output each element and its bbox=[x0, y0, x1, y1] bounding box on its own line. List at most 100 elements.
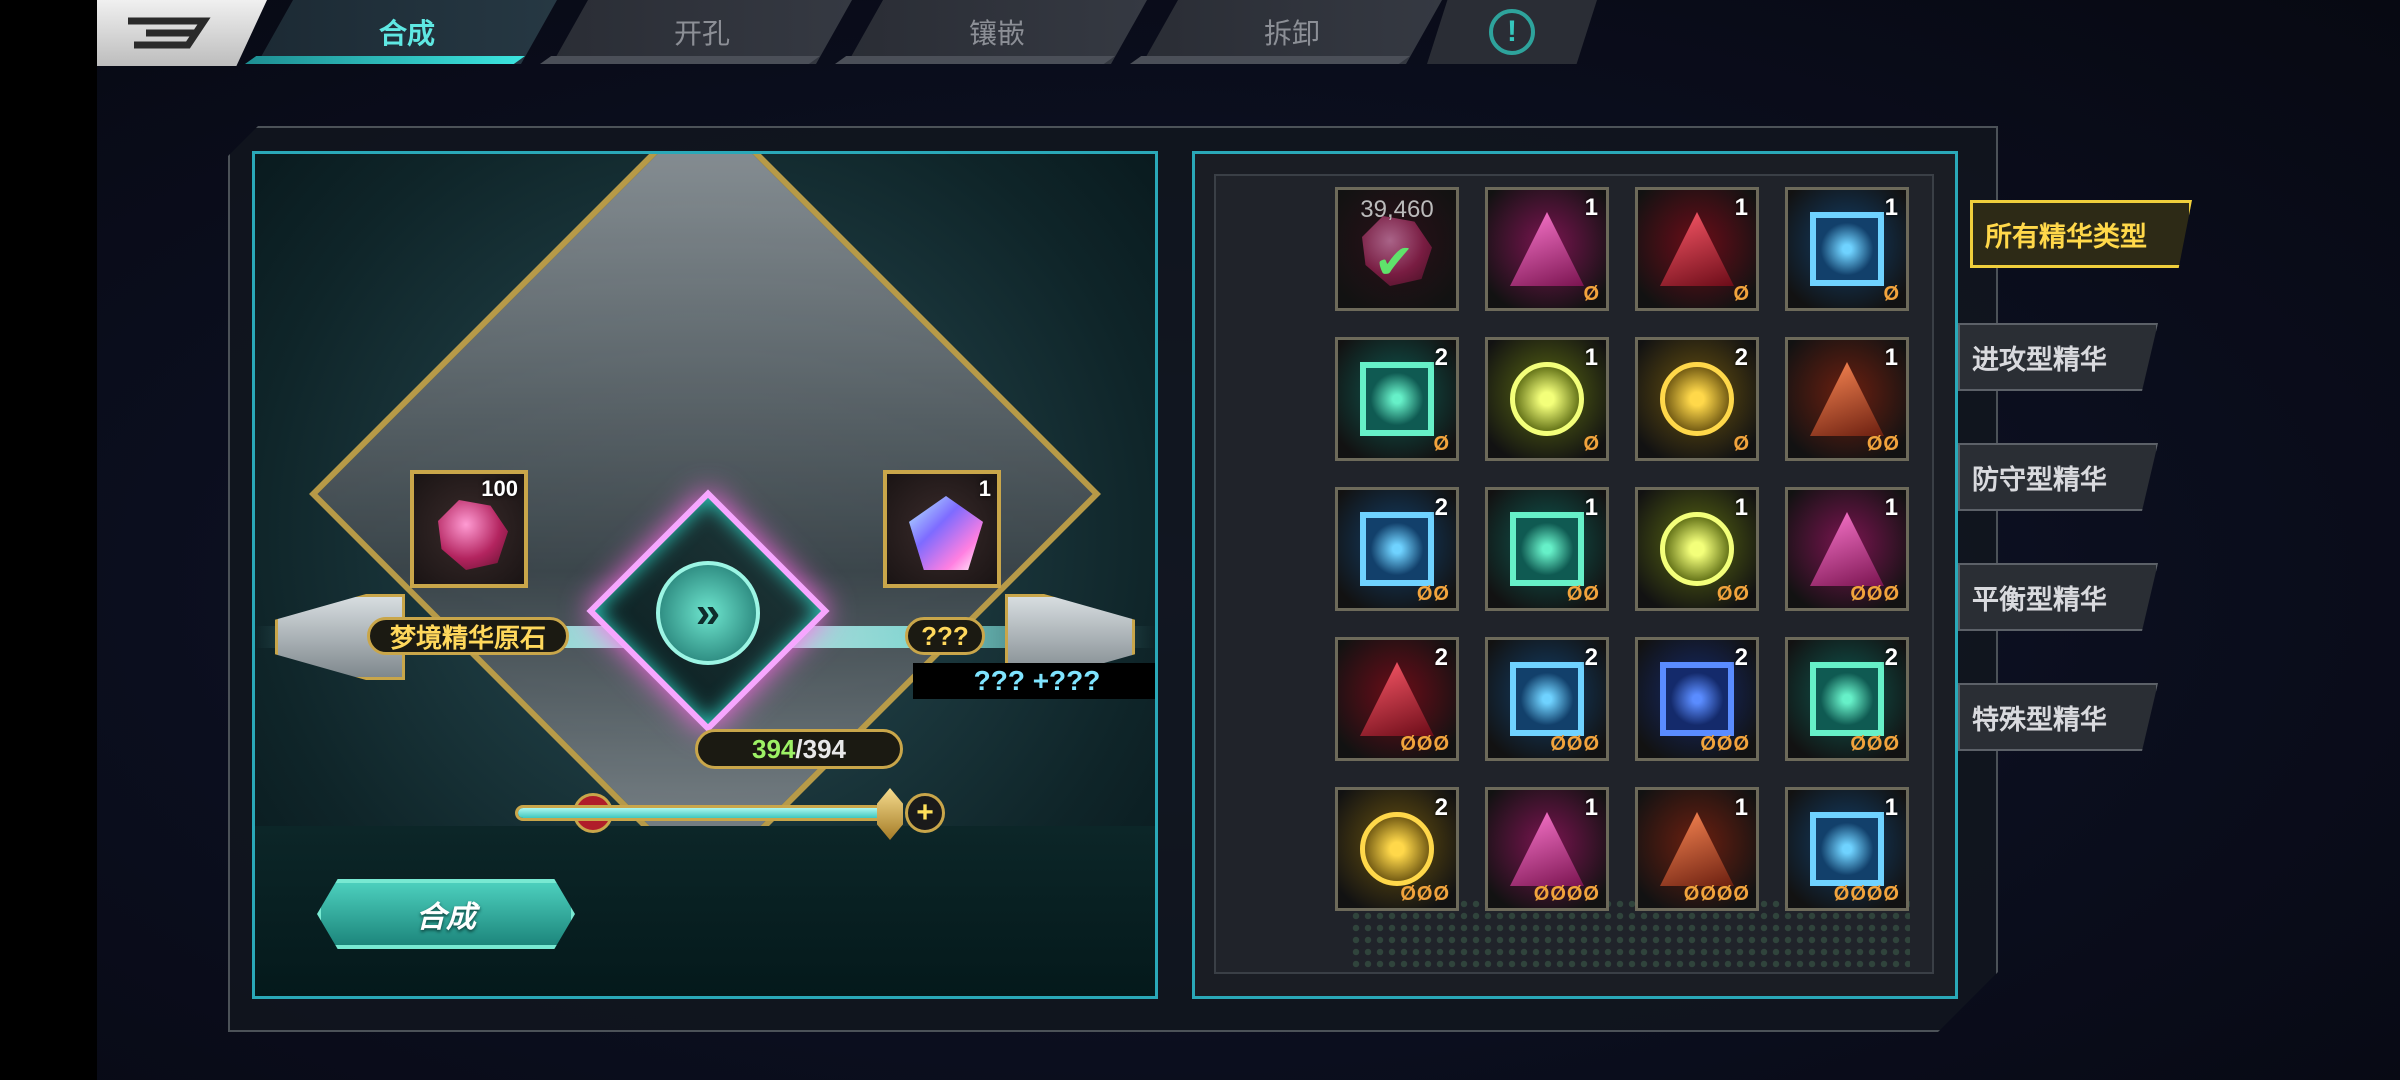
square-gem-icon bbox=[1510, 662, 1584, 736]
item-socket-slots: ØØ bbox=[1866, 433, 1900, 455]
item-socket-slots: ØØØ bbox=[1850, 583, 1900, 605]
item-count: 2 bbox=[1884, 644, 1898, 671]
selected-check-icon: ✔ bbox=[1374, 236, 1415, 289]
item-socket-slots: Ø bbox=[1433, 433, 1450, 455]
square-gem-icon bbox=[1360, 512, 1434, 586]
item-count: 1 bbox=[1734, 194, 1748, 221]
inventory-item[interactable]: 2 ØØØ bbox=[1485, 637, 1609, 761]
triangle-gem-icon bbox=[1510, 812, 1584, 886]
tab-remove-label: 拆卸 bbox=[1263, 18, 1320, 49]
synthesis-panel: » 100 梦境精华原石 1 ??? ??? +??? 394/394 − + … bbox=[252, 151, 1158, 999]
quantity-slider-fill bbox=[518, 808, 882, 818]
tab-open-socket[interactable]: 开孔 bbox=[552, 0, 852, 64]
inventory-item[interactable]: 2Ø bbox=[1635, 337, 1759, 461]
category-defense[interactable]: 防守型精华 bbox=[1958, 443, 2158, 511]
inventory-item[interactable]: 1 ØØØØ bbox=[1635, 787, 1759, 911]
tab-inlay-underline bbox=[835, 56, 1115, 64]
inventory-item[interactable]: 2 ØØØ bbox=[1335, 787, 1459, 911]
tab-synthesis[interactable]: 合成 bbox=[257, 0, 557, 64]
item-socket-slots: ØØØ bbox=[1550, 733, 1600, 755]
item-socket-slots: ØØØ bbox=[1850, 733, 1900, 755]
round-gem-icon bbox=[1660, 512, 1734, 586]
quantity-max: 394 bbox=[802, 733, 846, 764]
tab-synthesis-underline bbox=[245, 56, 525, 64]
result-stat-text: ??? +??? bbox=[973, 665, 1101, 696]
increase-button[interactable]: + bbox=[905, 793, 945, 833]
inventory-item[interactable]: 1Ø bbox=[1485, 187, 1609, 311]
item-socket-slots: ØØ bbox=[1566, 583, 1600, 605]
material-count: 100 bbox=[481, 476, 518, 501]
inventory-item[interactable]: 1Ø bbox=[1485, 337, 1609, 461]
result-slot[interactable]: 1 bbox=[883, 470, 1001, 588]
tab-inlay[interactable]: 镶嵌 bbox=[847, 0, 1147, 64]
square-gem-icon bbox=[1810, 662, 1884, 736]
round-gem-icon bbox=[1510, 362, 1584, 436]
triangle-gem-icon bbox=[1660, 212, 1734, 286]
inventory-item[interactable]: 2 ØØØ bbox=[1335, 637, 1459, 761]
inventory-item[interactable]: 1 ØØ bbox=[1485, 487, 1609, 611]
round-gem-icon bbox=[1360, 812, 1434, 886]
item-count: 1 bbox=[1584, 494, 1598, 521]
item-count: 1 bbox=[1584, 344, 1598, 371]
inventory-item[interactable]: 2 ØØØ bbox=[1785, 637, 1909, 761]
inventory-item[interactable]: 2Ø bbox=[1335, 337, 1459, 461]
category-balance-label: 平衡型精华 bbox=[1972, 584, 2107, 615]
tab-remove-underline bbox=[1130, 56, 1410, 64]
item-count: 1 bbox=[1734, 494, 1748, 521]
tab-open-socket-underline bbox=[540, 56, 820, 64]
square-gem-icon bbox=[1510, 512, 1584, 586]
quantity-slider[interactable] bbox=[515, 805, 885, 821]
category-attack[interactable]: 进攻型精华 bbox=[1958, 323, 2158, 391]
inventory-item[interactable]: 1 ØØØ bbox=[1785, 487, 1909, 611]
item-socket-slots: ØØØØ bbox=[1833, 883, 1900, 905]
item-count: 1 bbox=[1884, 194, 1898, 221]
category-balance[interactable]: 平衡型精华 bbox=[1958, 563, 2158, 631]
quantity-current: 394 bbox=[751, 733, 796, 764]
item-socket-slots: ØØØØ bbox=[1683, 883, 1750, 905]
inventory-item[interactable]: 2 ØØØ bbox=[1635, 637, 1759, 761]
synthesis-core-icon[interactable]: » bbox=[656, 561, 760, 665]
tab-inlay-label: 镶嵌 bbox=[968, 18, 1025, 49]
result-count: 1 bbox=[978, 476, 991, 501]
synthesize-button[interactable]: 合成 bbox=[317, 879, 575, 949]
item-count: 2 bbox=[1434, 644, 1448, 671]
inventory-item[interactable]: 2 ØØ bbox=[1335, 487, 1459, 611]
item-count: 1 bbox=[1884, 794, 1898, 821]
item-count: 2 bbox=[1584, 644, 1598, 671]
result-name: ??? bbox=[905, 617, 985, 655]
category-all-label: 所有精华类型 bbox=[1985, 221, 2147, 252]
fast-forward-icon: » bbox=[695, 588, 721, 637]
tab-remove[interactable]: 拆卸 bbox=[1142, 0, 1442, 64]
result-name-text: ??? bbox=[921, 620, 969, 651]
unknown-crystal-icon bbox=[909, 496, 983, 570]
material-slot[interactable]: 100 bbox=[410, 470, 528, 588]
back-icon bbox=[128, 17, 211, 49]
inventory-item[interactable]: 1Ø bbox=[1785, 187, 1909, 311]
quantity-separator: / bbox=[795, 733, 803, 764]
category-all[interactable]: 所有精华类型 bbox=[1970, 200, 2192, 268]
item-count: 1 bbox=[1884, 344, 1898, 371]
inventory-item[interactable]: 1Ø bbox=[1635, 187, 1759, 311]
back-button[interactable] bbox=[97, 0, 267, 66]
inventory-item[interactable]: 1 ØØØØ bbox=[1485, 787, 1609, 911]
item-socket-slots: ØØØ bbox=[1400, 733, 1450, 755]
triangle-gem-icon bbox=[1660, 812, 1734, 886]
inventory-item[interactable]: 1 ØØ bbox=[1635, 487, 1759, 611]
inventory-item[interactable]: 1 ØØØØ bbox=[1785, 787, 1909, 911]
material-name: 梦境精华原石 bbox=[367, 617, 569, 655]
plus-icon: + bbox=[916, 796, 934, 829]
category-special-label: 特殊型精华 bbox=[1972, 704, 2107, 735]
triangle-gem-icon bbox=[1810, 512, 1884, 586]
item-socket-slots: ØØ bbox=[1416, 583, 1450, 605]
tab-synthesis-label: 合成 bbox=[378, 18, 435, 49]
item-socket-slots: ØØØ bbox=[1400, 883, 1450, 905]
item-count: 1 bbox=[1584, 194, 1598, 221]
item-count: 2 bbox=[1434, 794, 1448, 821]
category-special[interactable]: 特殊型精华 bbox=[1958, 683, 2158, 751]
category-attack-label: 进攻型精华 bbox=[1972, 344, 2107, 375]
square-gem-icon bbox=[1360, 362, 1434, 436]
info-button[interactable]: ! bbox=[1427, 0, 1597, 64]
inventory-item[interactable]: 1 ØØ bbox=[1785, 337, 1909, 461]
inventory-item[interactable]: 39,460 ✔ bbox=[1335, 187, 1459, 311]
item-socket-slots: Ø bbox=[1583, 433, 1600, 455]
